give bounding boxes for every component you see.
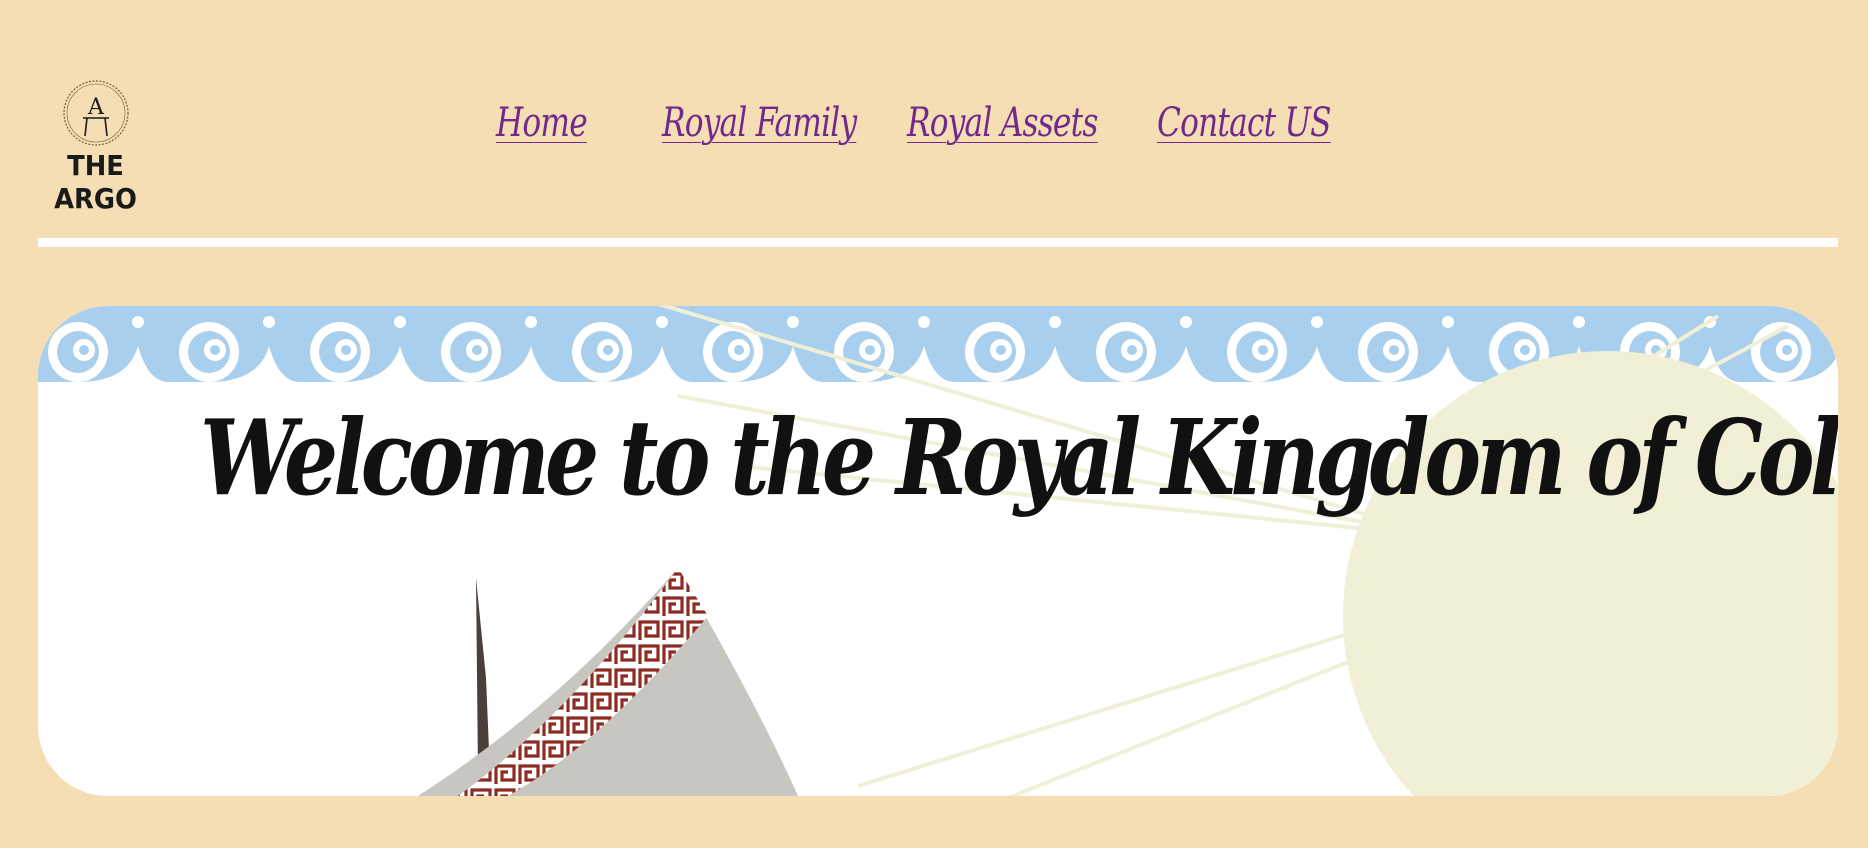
nav-royal-assets[interactable]: Royal Assets: [907, 100, 1098, 146]
nav-contact-us[interactable]: Contact US: [1157, 100, 1331, 146]
hero-title: Welcome to the Royal Kingdom of Colchis: [200, 395, 1838, 519]
header-divider: [38, 238, 1838, 247]
nav-home[interactable]: Home: [496, 100, 588, 146]
hero-illustration: [38, 306, 1838, 796]
nav-royal-family[interactable]: Royal Family: [662, 100, 857, 146]
hero-banner: Welcome to the Royal Kingdom of Colchis: [38, 306, 1838, 796]
site-header: A THE ARGO Home Royal Family Royal Asset…: [0, 0, 1868, 250]
main-nav: Home Royal Family Royal Assets Contact U…: [0, 100, 1868, 190]
